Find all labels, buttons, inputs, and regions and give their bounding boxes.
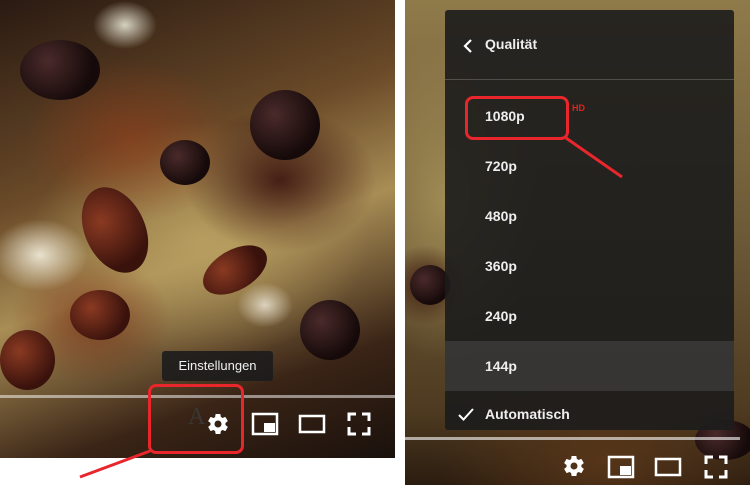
annotation-arrows xyxy=(79,136,623,479)
annotation-arrow-left xyxy=(79,449,151,479)
annotation-arrow-right xyxy=(565,136,623,179)
